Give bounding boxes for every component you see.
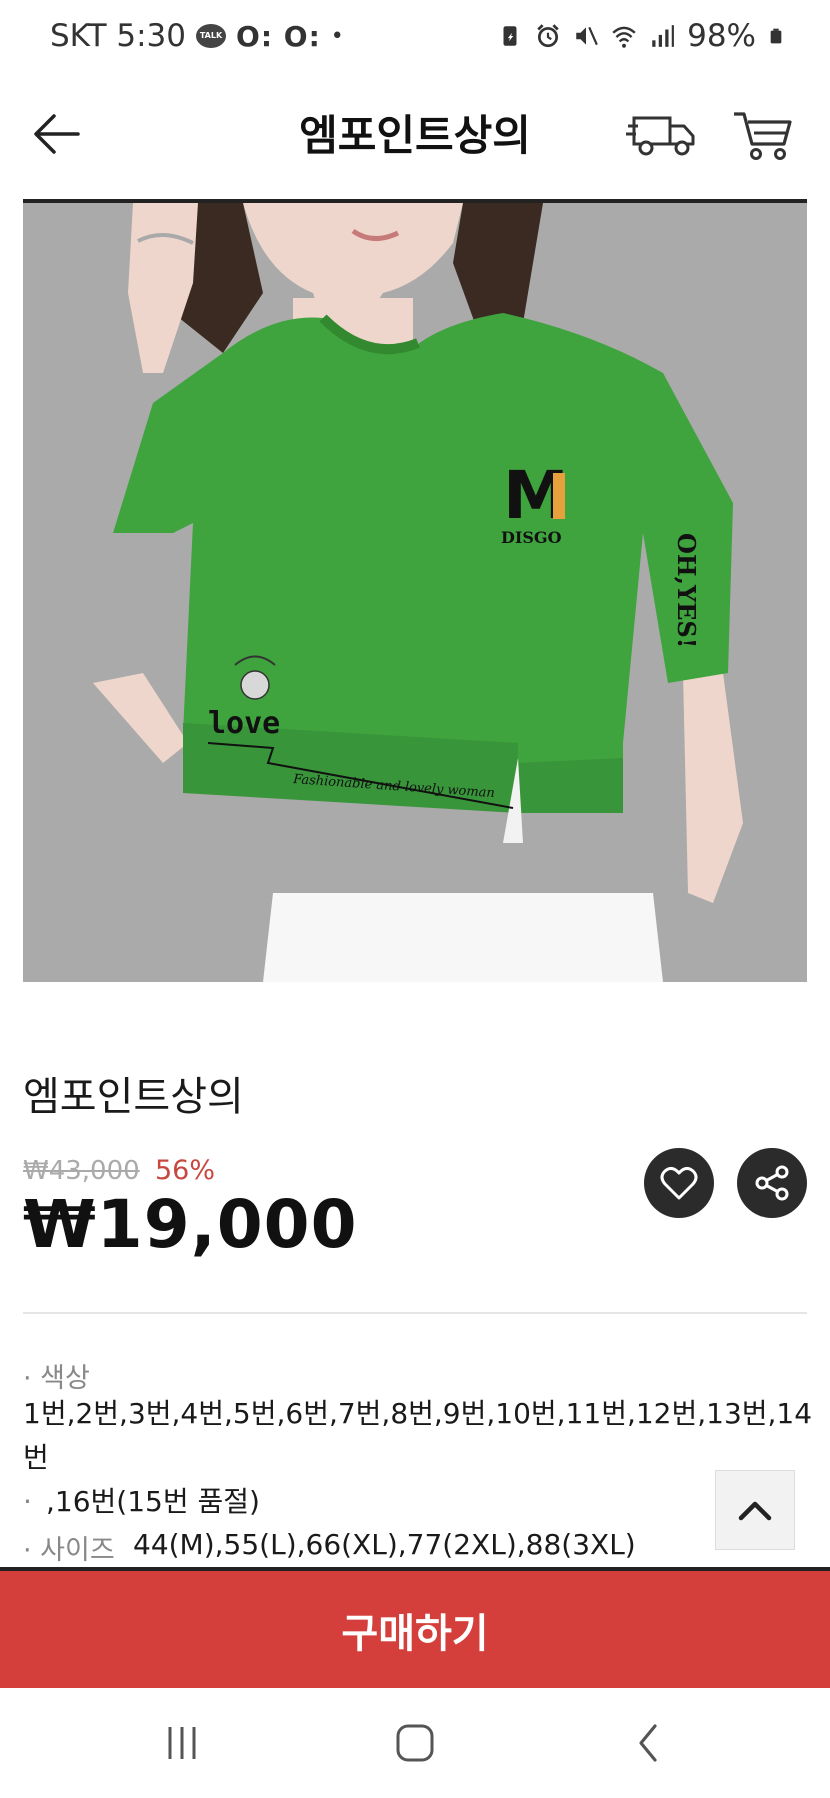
product-image[interactable]: M DISGO OH,YES! love Fashionable and lov… — [23, 203, 807, 982]
battery-saver-icon — [503, 26, 517, 46]
kakaotalk-icon: TALK — [196, 24, 227, 48]
original-price: ₩43,000 — [23, 1156, 140, 1186]
chevron-up-icon — [738, 1501, 772, 1521]
mute-icon — [576, 26, 598, 46]
recent-apps-icon — [168, 1727, 196, 1759]
svg-text:love: love — [208, 706, 280, 741]
battery-percent: 98% — [687, 18, 756, 54]
sale-price: ₩19,000 — [23, 1186, 358, 1263]
app-header: 엠포인트상의 — [0, 80, 830, 200]
signal-icon — [652, 25, 675, 47]
color-values-line3-bullet: · — [23, 1485, 32, 1518]
buy-button[interactable]: 구매하기 — [0, 1571, 830, 1688]
recent-apps-button[interactable] — [152, 1718, 212, 1768]
alarm-icon — [537, 24, 559, 48]
home-icon — [396, 1724, 434, 1762]
color-values-line1: 1번,2번,3번,4번,5번,6번,7번,8번,9번,10번,11번,12번,1… — [23, 1397, 813, 1430]
home-button[interactable] — [385, 1718, 445, 1768]
back-chevron-icon — [639, 1724, 657, 1762]
wifi-icon — [612, 26, 636, 48]
heart-icon — [660, 1166, 698, 1200]
color-values-line2: 번 — [23, 1441, 49, 1474]
product-name: 엠포인트상의 — [23, 1074, 244, 1120]
status-bar: SKT 5:30 TALK O: O: • 98% — [0, 0, 830, 80]
carrier-time: SKT 5:30 — [50, 18, 187, 54]
color-label: · 색상 — [23, 1363, 90, 1394]
delivery-truck-icon[interactable] — [626, 106, 698, 162]
page-title: 엠포인트상의 — [299, 111, 531, 160]
color-values-line3: ,16번(15번 품절) — [46, 1485, 260, 1518]
share-icon — [755, 1165, 789, 1201]
back-button[interactable] — [618, 1718, 678, 1768]
size-values: 44(M),55(L),66(XL),77(2XL),88(3XL) — [133, 1528, 636, 1561]
battery-icon — [770, 28, 782, 44]
notification-dot: • — [330, 23, 344, 49]
size-label: · 사이즈 — [23, 1535, 115, 1566]
svg-text:OH,YES!: OH,YES! — [672, 533, 701, 648]
print-brand: DISGO — [501, 528, 562, 547]
shopping-cart-icon[interactable] — [730, 104, 794, 164]
product-photo: M DISGO OH,YES! love Fashionable and lov… — [23, 203, 807, 982]
notification-icons: O: O: — [236, 19, 321, 53]
scroll-to-top-button[interactable] — [715, 1470, 795, 1550]
wishlist-button[interactable] — [644, 1148, 714, 1218]
section-divider — [23, 1312, 807, 1314]
status-left: SKT 5:30 TALK O: O: • — [50, 18, 344, 54]
system-nav-bar — [0, 1688, 830, 1798]
discount-rate: 56% — [155, 1155, 216, 1186]
status-right: 98% — [497, 18, 784, 54]
share-button[interactable] — [737, 1148, 807, 1218]
